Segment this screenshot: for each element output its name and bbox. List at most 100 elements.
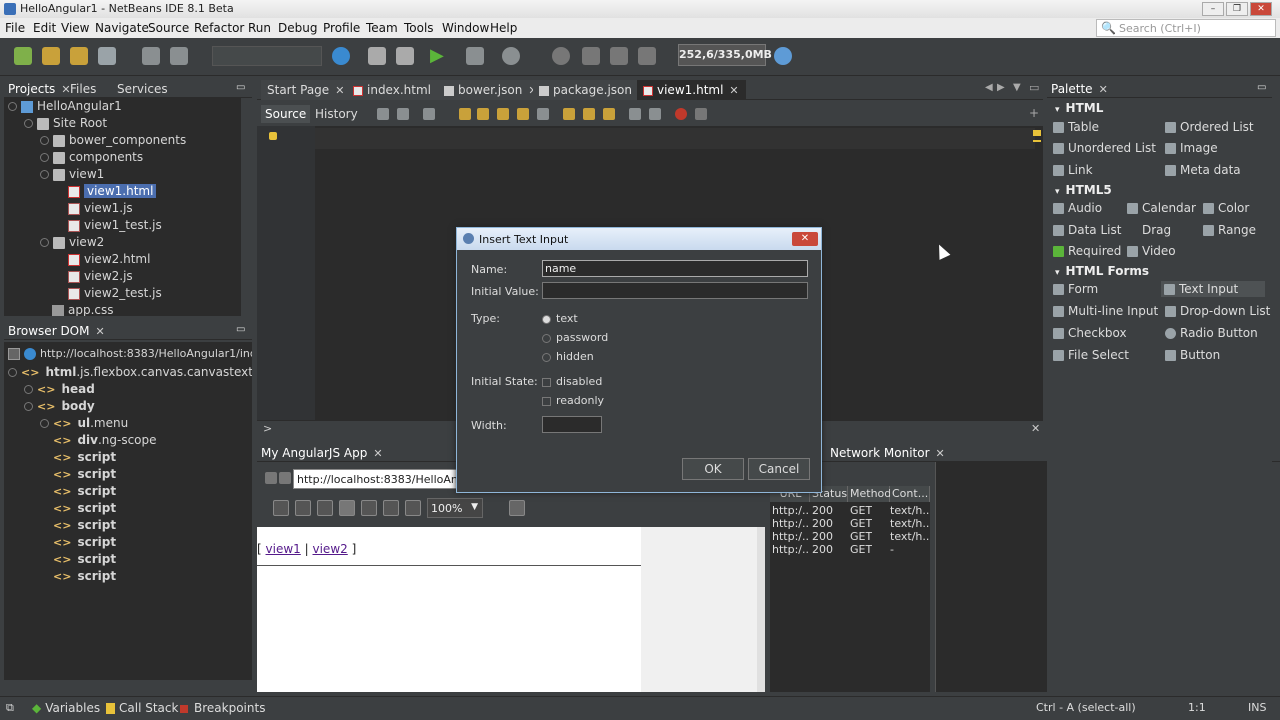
palette-item-button[interactable]: Button bbox=[1165, 348, 1220, 362]
clean-build-icon[interactable] bbox=[396, 47, 414, 65]
tab-view1-html[interactable]: view1.html ✕ bbox=[637, 80, 746, 100]
find-next-icon[interactable] bbox=[497, 108, 509, 120]
width-input[interactable] bbox=[542, 416, 602, 433]
ok-button[interactable]: OK bbox=[682, 458, 744, 480]
tab-files[interactable]: Files bbox=[70, 82, 96, 96]
menu-debug[interactable]: Debug bbox=[278, 21, 317, 35]
dom-root-url[interactable]: http://localhost:8383/HelloAngular1/inde… bbox=[8, 345, 252, 362]
palette-item-drop-down-list[interactable]: Drop-down List bbox=[1165, 304, 1270, 318]
tree-item[interactable]: view1_test.js bbox=[68, 217, 162, 234]
menu-help[interactable]: Help bbox=[490, 21, 517, 35]
tab-browser-dom[interactable]: Browser DOM ✕ bbox=[8, 324, 105, 338]
dom-node[interactable]: <> script bbox=[53, 449, 116, 466]
dom-node[interactable]: <> div.ng-scope bbox=[53, 432, 157, 449]
back-nav-icon[interactable] bbox=[265, 472, 277, 484]
palette-item-unordered-list[interactable]: Unordered List bbox=[1053, 141, 1156, 155]
toggle-highlight-icon[interactable] bbox=[517, 108, 529, 120]
type-radio-hidden[interactable]: hidden bbox=[542, 350, 594, 363]
phone-portrait-icon[interactable] bbox=[361, 500, 377, 516]
tree-item[interactable]: view2_test.js bbox=[68, 285, 162, 302]
build-icon[interactable] bbox=[368, 47, 386, 65]
redo-icon[interactable] bbox=[170, 47, 188, 65]
tab-list-icon[interactable]: ▼ bbox=[1013, 82, 1021, 93]
close-icon[interactable]: ✕ bbox=[936, 447, 945, 460]
tab-bower-json[interactable]: bower.json✕ bbox=[438, 80, 545, 100]
expand-icon[interactable] bbox=[40, 238, 49, 247]
palette-item-link[interactable]: Link bbox=[1053, 163, 1093, 177]
close-icon[interactable]: ✕ bbox=[373, 447, 382, 460]
run-icon[interactable]: ▶ bbox=[430, 45, 444, 66]
output-toggle-icon[interactable]: ⧉ bbox=[6, 701, 14, 715]
dom-horizontal-scrollbar[interactable] bbox=[4, 679, 252, 692]
type-radio-text[interactable]: text bbox=[542, 312, 578, 325]
pause-icon[interactable] bbox=[552, 47, 570, 65]
view1-link[interactable]: view1 bbox=[266, 542, 301, 556]
editor-gutter[interactable] bbox=[257, 126, 315, 420]
palette-item-color[interactable]: Color bbox=[1203, 201, 1249, 215]
tab-network-monitor[interactable]: Network Monitor ✕ bbox=[830, 446, 945, 460]
dom-node[interactable]: <> script bbox=[53, 466, 116, 483]
tree-item[interactable]: view1.js bbox=[68, 200, 133, 217]
palette-item-data-list[interactable]: Data List bbox=[1053, 223, 1121, 237]
close-window-button[interactable]: ✕ bbox=[1250, 2, 1272, 16]
dom-node[interactable]: <> script bbox=[53, 500, 116, 517]
palette-item-multi-line-input[interactable]: Multi-line Input bbox=[1053, 304, 1158, 318]
maximize-button[interactable]: ❐ bbox=[1226, 2, 1248, 16]
dom-node[interactable]: <> script bbox=[53, 483, 116, 500]
forward-icon[interactable] bbox=[423, 108, 435, 120]
import-icon[interactable] bbox=[638, 47, 656, 65]
palette-item-required[interactable]: Required bbox=[1053, 244, 1121, 258]
palette-item-image[interactable]: Image bbox=[1165, 141, 1218, 155]
palette-category-html-forms[interactable]: ▾ HTML Forms bbox=[1055, 264, 1149, 278]
tab-variables[interactable]: ◆ Variables bbox=[32, 701, 100, 715]
browser-icon[interactable] bbox=[332, 47, 350, 65]
close-breadcrumb-icon[interactable]: ✕ bbox=[1031, 422, 1040, 435]
palette-category-html5[interactable]: ▾ HTML5 bbox=[1055, 183, 1112, 197]
new-file-icon[interactable] bbox=[14, 47, 32, 65]
tree-item[interactable]: view2.js bbox=[68, 268, 133, 285]
dom-node[interactable]: <> head bbox=[24, 381, 95, 398]
tree-item[interactable]: Site Root bbox=[24, 115, 107, 132]
menu-source[interactable]: Source bbox=[148, 21, 189, 35]
export-icon[interactable] bbox=[610, 47, 628, 65]
find-previous-icon[interactable] bbox=[477, 108, 489, 120]
close-icon[interactable]: ✕ bbox=[1099, 83, 1108, 96]
source-view-button[interactable]: Source bbox=[261, 105, 311, 123]
expand-icon[interactable] bbox=[24, 402, 33, 411]
palette-item-file-select[interactable]: File Select bbox=[1053, 348, 1129, 362]
toggle-rectangular-selection-icon[interactable] bbox=[537, 108, 549, 120]
close-icon[interactable]: ✕ bbox=[95, 325, 104, 338]
tree-item[interactable]: view1 bbox=[40, 166, 104, 183]
tree-item[interactable]: bower_components bbox=[40, 132, 186, 149]
tab-start-page[interactable]: Start Page ✕ bbox=[261, 80, 352, 100]
tab-scroll-right-icon[interactable]: ▶ bbox=[997, 82, 1005, 93]
readonly-checkbox[interactable]: readonly bbox=[542, 394, 604, 407]
previous-bookmark-icon[interactable] bbox=[563, 108, 575, 120]
tree-item[interactable]: view2.html bbox=[68, 251, 150, 268]
palette-item-form[interactable]: Form bbox=[1053, 282, 1098, 296]
tree-item-selected[interactable]: view1.html bbox=[68, 183, 157, 200]
tree-item[interactable]: HelloAngular1 bbox=[8, 98, 122, 115]
minimize-button[interactable]: – bbox=[1202, 2, 1224, 16]
breadcrumb-chevron-icon[interactable]: > bbox=[263, 422, 272, 435]
menu-edit[interactable]: Edit bbox=[33, 21, 56, 35]
palette-item-radio-button[interactable]: Radio Button bbox=[1165, 326, 1258, 340]
shift-left-icon[interactable] bbox=[629, 108, 641, 120]
menu-window[interactable]: Window bbox=[442, 21, 489, 35]
palette-item-audio[interactable]: Audio bbox=[1053, 201, 1102, 215]
page-scrollbar[interactable] bbox=[757, 527, 765, 692]
tree-item[interactable]: view2 bbox=[40, 234, 104, 251]
tree-item[interactable]: app.css bbox=[52, 302, 114, 316]
dialog-close-button[interactable]: ✕ bbox=[792, 232, 818, 246]
profile-icon[interactable] bbox=[502, 47, 520, 65]
dom-node-html[interactable]: <>html.js.flexbox.canvas.canvastext.no-w… bbox=[8, 364, 252, 381]
cancel-button[interactable]: Cancel bbox=[748, 458, 810, 480]
tab-my-angularjs-app[interactable]: My AngularJS App ✕ bbox=[261, 446, 383, 460]
hint-bulb-icon[interactable] bbox=[269, 132, 277, 140]
type-radio-password[interactable]: password bbox=[542, 331, 608, 344]
dom-node[interactable]: <> script bbox=[53, 517, 116, 534]
debug-icon[interactable] bbox=[466, 47, 484, 65]
palette-item-table[interactable]: Table bbox=[1053, 120, 1099, 134]
menu-tools[interactable]: Tools bbox=[404, 21, 434, 35]
palette-item-text-input[interactable]: Text Input bbox=[1161, 281, 1265, 297]
